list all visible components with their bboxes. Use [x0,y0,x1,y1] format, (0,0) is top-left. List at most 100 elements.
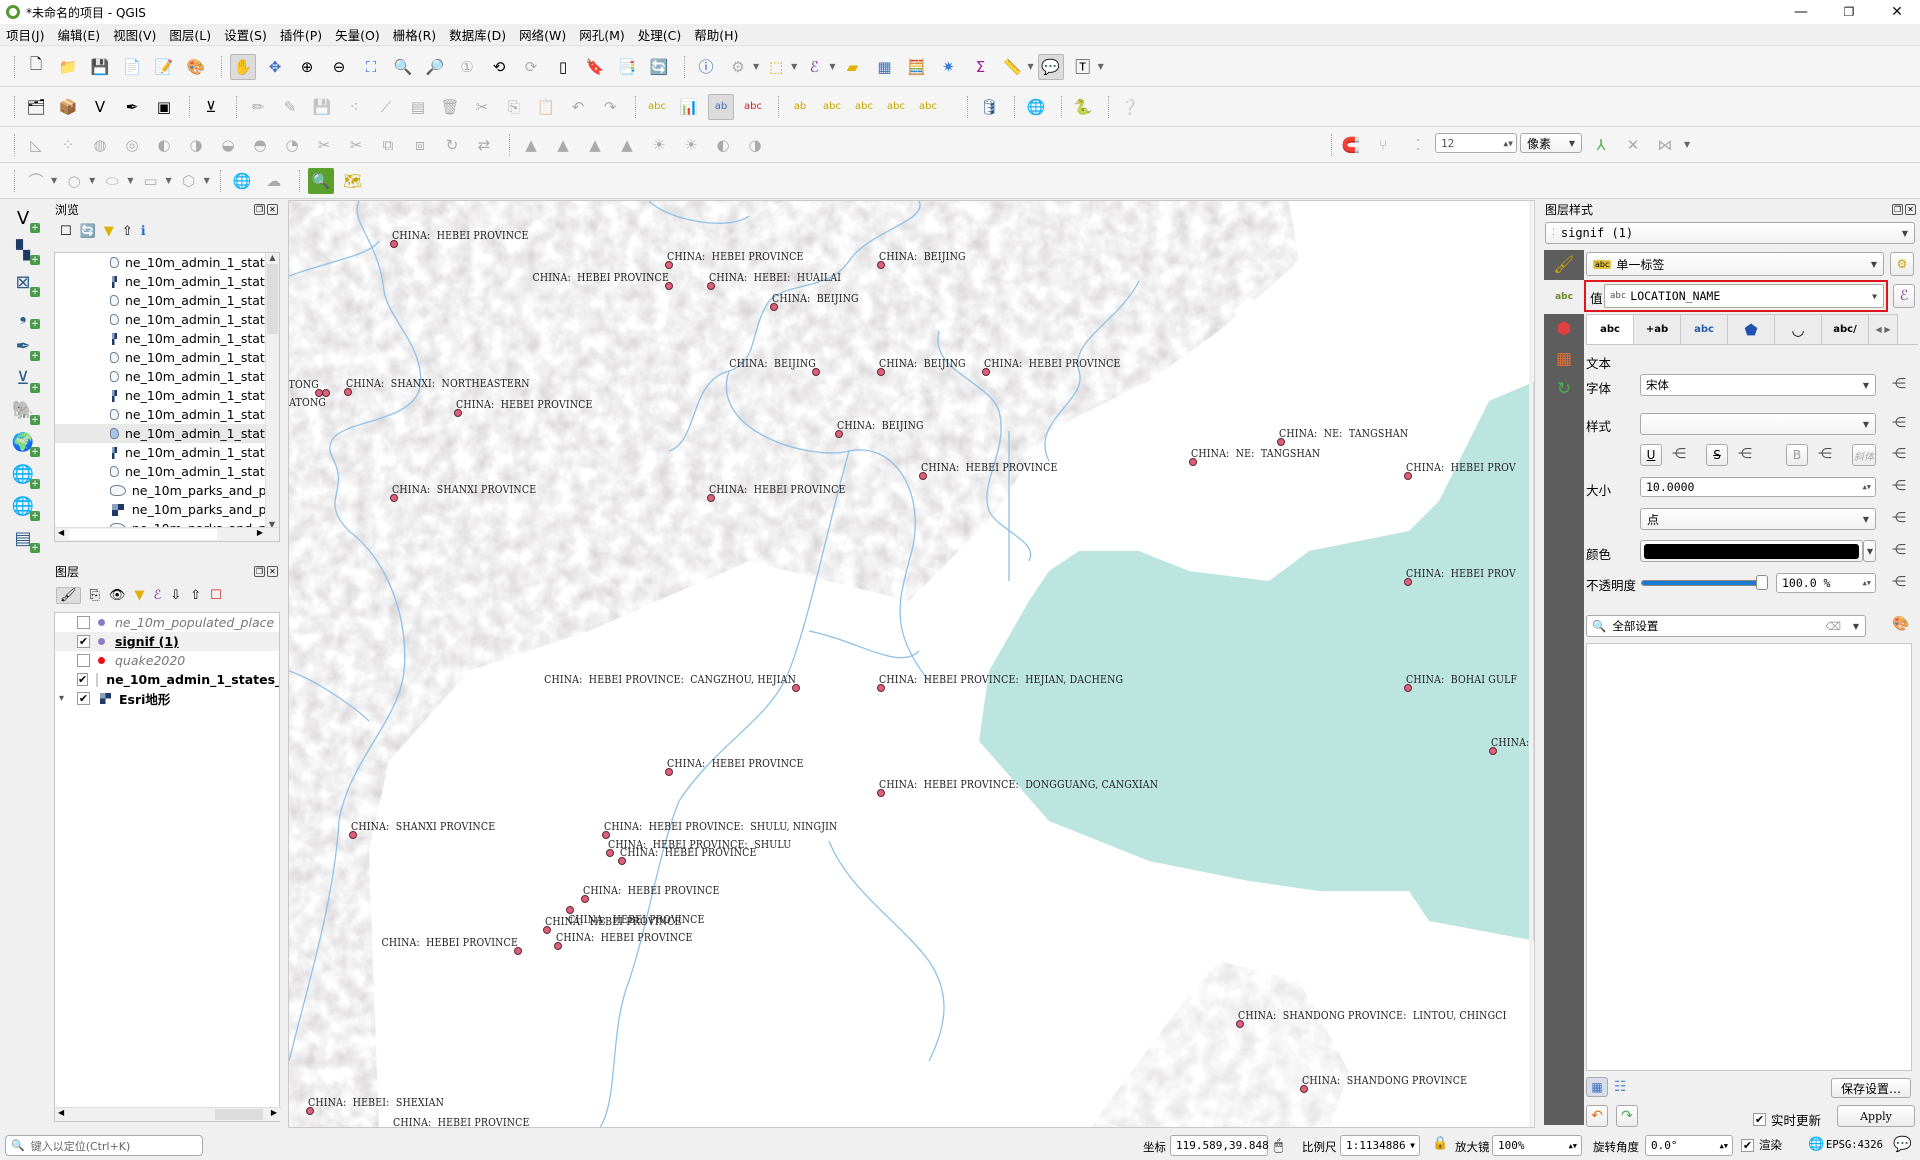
dropdown-arrow-icon[interactable]: ▼ [791,62,797,71]
filter-icon[interactable]: ▼ [104,224,114,240]
spin-arrows-icon[interactable]: ▲▼ [1863,579,1871,587]
properties-info-icon[interactable]: ℹ [141,224,146,240]
zoom-last-icon[interactable]: ⟲ [486,54,512,80]
snapping-intersection-icon[interactable]: ✕ [1620,132,1646,158]
menu-settings[interactable]: 设置(S) [224,25,267,44]
menu-plugins[interactable]: 插件(P) [280,25,322,44]
attribute-table-icon[interactable]: ▦ [871,54,897,80]
tab-text[interactable]: abc [1586,314,1634,344]
add-delimited-text-icon[interactable]: ❟ + [8,300,40,329]
zoom-full-icon[interactable]: ⛶ [358,54,384,80]
scroll-right-icon[interactable]: ▶ [257,528,263,537]
color-menu-button[interactable]: ▼ [1863,540,1876,562]
layer-visibility-checkbox[interactable] [77,616,90,629]
current-edits-icon[interactable]: ✏ [245,94,271,120]
layer-visibility-checkbox[interactable]: ✔ [77,635,90,648]
delete-ring-icon[interactable]: ◎ [119,132,145,158]
spin-arrows-icon[interactable]: ▲▼ [1503,139,1513,148]
contrast-down-icon[interactable]: ◑ [742,132,768,158]
tab-scroll-arrows[interactable]: ◀ ▶ [1868,314,1898,344]
dropdown-arrow-icon[interactable]: ▼ [51,176,57,185]
layer-item[interactable]: ▾ ✔ Esri地形 [55,689,279,708]
filter-legend-icon[interactable]: ▼ [134,588,144,603]
3d-view-tab-icon[interactable]: ⬢ [1544,314,1584,344]
snapping-type-icon[interactable]: ⁚ [1405,132,1431,158]
data-source-manager-icon[interactable]: 🗂 [23,94,49,120]
browser-item[interactable]: ne_10m_admin_1_states [55,348,279,367]
snapping-magnet-icon[interactable]: 🧲 [1338,132,1364,158]
dropdown-arrow-icon[interactable]: ▼ [1098,62,1104,71]
spin-arrows-icon[interactable]: ▲▼ [1863,483,1871,491]
float-panel-icon[interactable]: ❐ [254,204,265,215]
toolbar-handle[interactable] [14,55,17,78]
clear-search-icon[interactable]: ⌫ [1825,620,1841,633]
zoom-in-icon[interactable]: ⊕ [294,54,320,80]
close-panel-icon[interactable]: ✕ [267,204,278,215]
metasearch-icon[interactable]: 🌐 [1023,94,1049,120]
collapse-all-icon[interactable]: ⇧ [122,224,133,240]
manage-map-themes-icon[interactable]: 👁 [109,588,126,603]
layer-item[interactable]: quake2020 [55,651,279,670]
renderer-select[interactable]: abc 单一标签 ▼ [1586,252,1884,276]
data-defined-override-icon[interactable]: ⋲ [1888,478,1910,496]
data-defined-override-icon[interactable]: ⋲ [1888,415,1910,433]
topological-editing-icon[interactable]: ⅄ [1588,132,1614,158]
qgis-cloud-globe-icon[interactable]: 🌐 [229,168,255,194]
select-features-icon[interactable]: ⬚ [763,54,789,80]
scroll-thumb[interactable] [69,529,217,540]
show-hide-labels-icon[interactable]: abc [740,94,766,120]
underline-button[interactable]: U [1640,444,1662,466]
earthquake-point[interactable] [391,1127,399,1128]
open-project-icon[interactable]: 📁 [55,54,81,80]
scroll-thumb[interactable] [267,264,278,334]
dropdown-arrow-icon[interactable]: ▼ [89,176,95,185]
add-rectangle-icon[interactable]: ▭ [137,168,163,194]
add-ellipse-icon[interactable]: ⬭ [99,168,125,194]
add-ring-icon[interactable]: ⁘ [55,132,81,158]
scroll-thumb[interactable] [215,1109,263,1120]
split-parts-icon[interactable]: ✂ [343,132,369,158]
brightness-down-icon[interactable]: ☀ [678,132,704,158]
new-shapefile-layer-icon[interactable]: V [87,94,113,120]
spin-arrows-icon[interactable]: ▲▼ [1569,1142,1577,1150]
map-canvas[interactable]: CHINA: HEBEI PROVINCE CHINA: HEBEI PROVIN… [288,200,1535,1128]
toggle-extents-mouse-icon[interactable]: 🖱 [1274,1136,1283,1154]
dropdown-arrow-icon[interactable]: ▼ [1027,62,1033,71]
new-spatialite-layer-icon[interactable]: ▣ [151,94,177,120]
chevron-down-icon[interactable]: ▼ [1853,622,1859,631]
new-bookmark-icon[interactable]: 🔖 [582,54,608,80]
offset-curve-icon[interactable]: ◓ [247,132,273,158]
close-button[interactable]: ✕ [1874,0,1920,24]
undo-icon[interactable]: ↶ [565,94,591,120]
font-select[interactable]: 宋体 ▼ [1640,374,1876,396]
menu-view[interactable]: 视图(V) [113,25,156,44]
data-defined-override-icon[interactable]: ⋲ [1734,446,1756,464]
checkbox-icon[interactable]: ✔ [1741,1138,1754,1152]
help-icon[interactable]: ❔ [1117,94,1143,120]
add-wms-icon[interactable]: 🌍 + [8,428,40,457]
change-label-icon[interactable]: abc [851,94,877,120]
dropdown-arrow-icon[interactable]: ▼ [204,176,210,185]
python-console-icon[interactable]: 🐍 [1070,94,1096,120]
browser-item[interactable]: ne_10m_admin_1_states [55,462,279,481]
data-defined-override-icon[interactable]: ⋲ [1888,542,1910,560]
measure-line-icon[interactable]: 📏 [999,54,1025,80]
layer-diagram-icon[interactable]: 📊 [676,94,702,120]
icon-view-button[interactable]: ▦ [1586,1077,1608,1097]
menu-raster[interactable]: 栅格(R) [393,25,436,44]
add-gps-icon[interactable]: ▤ + [8,524,40,553]
zoom-out-icon[interactable]: ⊖ [326,54,352,80]
pin-labels-icon[interactable]: ab [708,93,734,120]
snapping-units-select[interactable]: 像素 ▼ [1520,133,1582,153]
browser-item[interactable]: ne_10m_admin_1_states [55,291,279,310]
browser-item[interactable]: ne_10m_admin_1_states [55,386,279,405]
scroll-left-icon[interactable]: ◀ [58,1108,64,1117]
statistical-summary-icon[interactable]: Σ [967,54,993,80]
snapping-layers-icon[interactable]: ⑂ [1370,132,1396,158]
browser-item[interactable]: ne_10m_admin_1_states [55,443,279,462]
zoom-next-icon[interactable]: ⟳ [518,54,544,80]
browser-item[interactable]: ne_10m_admin_1_states [55,405,279,424]
opacity-slider[interactable] [1641,580,1766,586]
layer-item[interactable]: ✔ signif (1) [55,632,279,651]
style-manager-icon[interactable]: 🎨 [1890,616,1912,634]
